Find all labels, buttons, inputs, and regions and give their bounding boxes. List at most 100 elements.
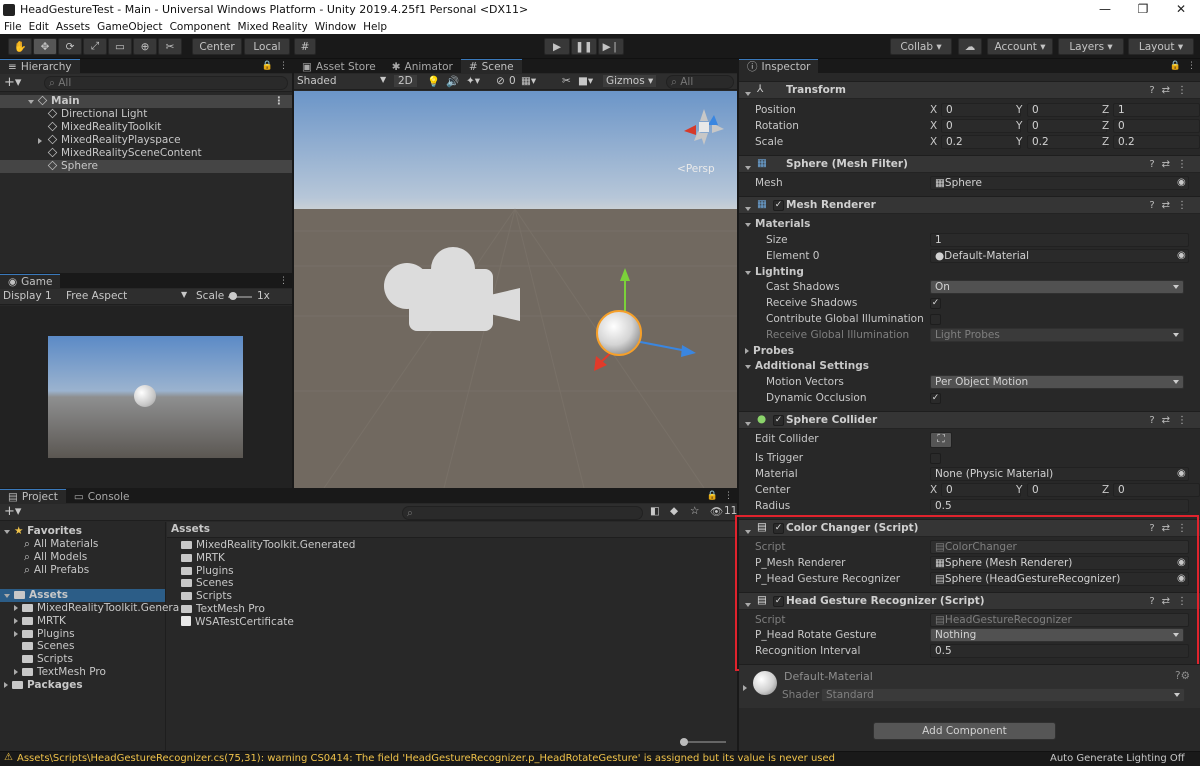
foldout-arrow-icon[interactable] [745, 202, 755, 214]
expand-arrow-icon[interactable] [14, 605, 18, 611]
mesh-renderer-header[interactable]: ▦ ✓ Mesh Renderer ?⇄⋮ [739, 196, 1200, 214]
center-x-field[interactable]: 0 [941, 483, 1021, 497]
asset-tree-item[interactable]: Plugins [0, 628, 165, 641]
element0-field[interactable]: ●Default-Material [930, 249, 1189, 263]
favorite-item[interactable]: ⌕ All Models [0, 551, 165, 564]
expand-arrow-icon[interactable] [14, 630, 18, 637]
breadcrumb-assets[interactable]: Assets [171, 523, 210, 535]
contribute-gi-checkbox[interactable] [930, 314, 941, 325]
asset-tree-item[interactable]: TextMesh Pro [0, 666, 165, 679]
tab-animator[interactable]: ✱ Animator [383, 59, 461, 73]
account-dropdown[interactable]: Account ▾ [987, 38, 1053, 55]
scale-x-field[interactable]: 0.2 [941, 135, 1021, 149]
head-gesture-ref-field[interactable]: ▤Sphere (HeadGestureRecognizer) [930, 572, 1189, 586]
asset-item[interactable]: MRTK [167, 552, 737, 565]
hierarchy-item[interactable]: Directional Light [0, 108, 292, 121]
asset-item[interactable]: MixedRealityToolkit.Generated [167, 539, 737, 552]
add-icon[interactable]: +▾ [4, 75, 21, 90]
minimize-icon[interactable]: — [1086, 0, 1124, 19]
asset-item[interactable]: Scripts [167, 590, 737, 603]
camera-dropdown-icon[interactable]: ■▾ [578, 75, 593, 87]
aspect-dropdown[interactable]: Free Aspect [66, 290, 127, 302]
hierarchy-item[interactable]: MixedRealityPlayspace [0, 134, 292, 147]
expand-arrow-icon[interactable] [4, 530, 10, 534]
radius-field[interactable]: 0.5 [930, 499, 1189, 513]
collab-button[interactable]: Collab ▾ [890, 38, 952, 55]
material-header-icons[interactable]: ?⚙ [1175, 670, 1190, 682]
close-icon[interactable]: ✕ [1162, 0, 1200, 19]
hierarchy-item[interactable]: MixedRealitySceneContent [0, 147, 292, 160]
custom-tool-icon[interactable]: ✂ [158, 38, 182, 55]
color-changer-enabled-checkbox[interactable]: ✓ [773, 523, 784, 534]
expand-arrow-icon[interactable] [14, 669, 18, 675]
packages-row[interactable]: Packages [0, 679, 165, 692]
motion-vectors-dropdown[interactable]: Per Object Motion [930, 375, 1184, 389]
hierarchy-item[interactable]: Sphere [0, 160, 292, 173]
assets-root-row[interactable]: Assets [0, 589, 165, 602]
tools-icon[interactable]: ✂ [562, 75, 571, 87]
auto-lighting-status[interactable]: Auto Generate Lighting Off [1050, 753, 1185, 764]
asset-item[interactable]: Plugins [167, 565, 737, 578]
dynamic-occlusion-checkbox[interactable]: ✓ [930, 393, 941, 404]
menu-assets[interactable]: Assets [56, 21, 90, 33]
step-button[interactable]: ▶❘ [598, 38, 624, 55]
play-button[interactable]: ▶ [544, 38, 570, 55]
kebab-menu-icon[interactable]: ⋮ [279, 61, 288, 71]
asset-tree-item[interactable]: MixedRealityToolkit.Genera [0, 602, 179, 615]
transform-header[interactable]: ⅄ Transform ?⇄⋮ [739, 81, 1200, 99]
pivot-local-button[interactable]: Local [244, 38, 290, 55]
asset-item[interactable]: WSATestCertificate [167, 615, 737, 629]
mesh-field[interactable]: ▦Sphere [930, 176, 1189, 190]
menu-component[interactable]: Component [170, 21, 231, 33]
menu-window[interactable]: Window [315, 21, 356, 33]
favorite-item[interactable]: ⌕ All Materials [0, 538, 165, 551]
menu-edit[interactable]: Edit [29, 21, 49, 33]
zoom-slider-thumb[interactable] [680, 738, 688, 746]
favorite-star-icon[interactable]: ☆ [690, 505, 699, 517]
pivot-center-button[interactable]: Center [192, 38, 242, 55]
component-header-icons[interactable]: ?⇄⋮ [1149, 198, 1194, 213]
favorites-row[interactable]: ★ Favorites [0, 525, 165, 538]
materials-size-field[interactable]: 1 [930, 233, 1189, 247]
foldout-arrow-icon[interactable] [745, 598, 755, 610]
hierarchy-search-input[interactable]: ⌕ All [44, 76, 288, 90]
favorite-item[interactable]: ⌕ All Prefabs [0, 564, 165, 577]
head-gesture-enabled-checkbox[interactable]: ✓ [773, 596, 784, 607]
projection-toggle[interactable]: <Persp [677, 163, 715, 175]
cloud-icon[interactable]: ☁ [958, 38, 982, 55]
add-icon[interactable]: +▾ [4, 504, 21, 519]
mesh-renderer-enabled-checkbox[interactable]: ✓ [773, 200, 784, 211]
recognition-interval-field[interactable]: 0.5 [930, 644, 1189, 658]
lighting-foldout[interactable]: Lighting [745, 265, 804, 279]
object-picker-icon[interactable]: ◉ [1177, 468, 1186, 479]
shading-dropdown[interactable]: Shaded [297, 75, 337, 87]
foldout-arrow-icon[interactable] [745, 161, 755, 173]
rotation-y-field[interactable]: 0 [1027, 119, 1107, 133]
tab-asset-store[interactable]: ▣ Asset Store [294, 59, 384, 73]
asset-tree-item[interactable]: MRTK [0, 615, 165, 628]
mesh-filter-header[interactable]: ▦ Sphere (Mesh Filter) ?⇄⋮ [739, 155, 1200, 173]
menu-gameobject[interactable]: GameObject [97, 21, 162, 33]
menu-mixed-reality[interactable]: Mixed Reality [238, 21, 308, 33]
grid-dropdown-icon[interactable]: ▦▾ [521, 75, 536, 87]
collider-material-field[interactable]: None (Physic Material) [930, 467, 1189, 481]
color-changer-header[interactable]: ▤ ✓ Color Changer (Script) ?⇄⋮ [739, 519, 1200, 537]
object-picker-icon[interactable]: ◉ [1177, 557, 1186, 568]
rotation-x-field[interactable]: 0 [941, 119, 1021, 133]
hidden-packages-icon[interactable]: 👁 [710, 505, 723, 518]
foldout-arrow-icon[interactable] [745, 87, 755, 99]
menu-help[interactable]: Help [363, 21, 387, 33]
asset-tree-item[interactable]: Scripts [0, 653, 165, 666]
is-trigger-checkbox[interactable] [930, 453, 941, 464]
lock-icon[interactable]: 🔒 [707, 491, 718, 501]
position-x-field[interactable]: 0 [941, 103, 1021, 117]
menu-file[interactable]: File [4, 21, 22, 33]
materials-foldout[interactable]: Materials [745, 217, 810, 231]
status-message[interactable]: Assets\Scripts\HeadGestureRecognizer.cs(… [17, 753, 835, 764]
layers-dropdown[interactable]: Layers ▾ [1058, 38, 1124, 55]
tab-hierarchy[interactable]: ≡ Hierarchy [0, 59, 80, 73]
add-component-button[interactable]: Add Component [873, 722, 1056, 740]
center-z-field[interactable]: 0 [1113, 483, 1200, 497]
rotation-z-field[interactable]: 0 [1113, 119, 1200, 133]
scene-menu-icon[interactable]: ⋮ [274, 95, 285, 108]
